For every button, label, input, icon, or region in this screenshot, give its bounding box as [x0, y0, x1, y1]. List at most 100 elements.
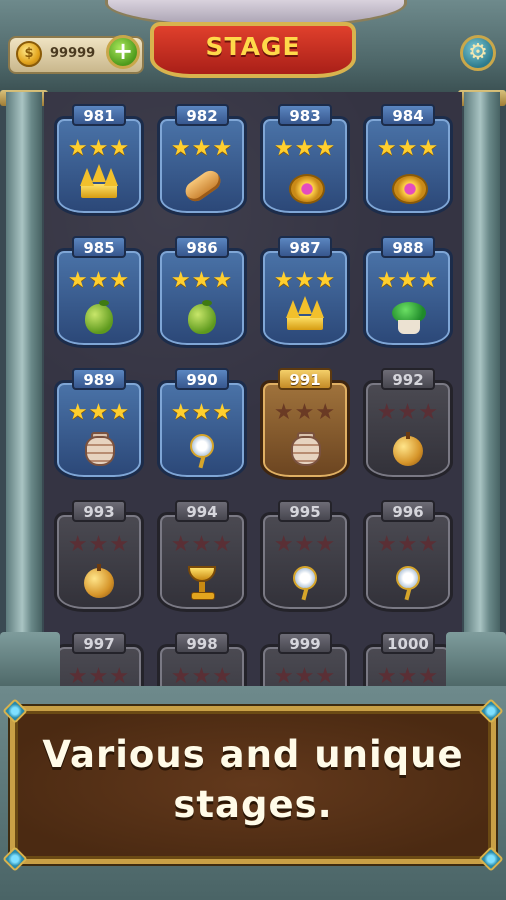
left-pillar — [6, 92, 42, 692]
star-empty-icon: ★ — [294, 664, 316, 686]
star-filled-icon: ★ — [418, 268, 440, 293]
top-bar: $ 99999 + STAGE ⚙ — [0, 0, 506, 95]
crown-icon — [285, 296, 325, 336]
stage-stars: ★★★ — [266, 664, 344, 686]
caption-line-2: stages. — [173, 783, 333, 826]
stage-tile[interactable]: 988 ★★★ — [363, 236, 453, 350]
plus-icon: + — [112, 37, 134, 65]
star-empty-icon: ★ — [212, 664, 234, 686]
stage-tile: 998 ★★★ — [157, 632, 247, 686]
apple-icon — [388, 432, 428, 468]
star-empty-icon: ★ — [191, 532, 213, 557]
star-empty-icon: ★ — [67, 664, 89, 686]
stage-number: 995 — [278, 500, 332, 522]
stage-stars: ★★★ — [60, 532, 138, 558]
star-filled-icon: ★ — [273, 136, 295, 161]
star-empty-icon: ★ — [376, 400, 398, 425]
stage-tile[interactable]: 984 ★★★ — [363, 104, 453, 218]
stage-tile[interactable]: 987 ★★★ — [260, 236, 350, 350]
star-empty-icon: ★ — [397, 532, 419, 557]
stage-tile[interactable]: 986 ★★★ — [157, 236, 247, 350]
star-filled-icon: ★ — [191, 136, 213, 161]
star-filled-icon: ★ — [191, 268, 213, 293]
stage-stars: ★★★ — [266, 268, 344, 294]
stage-number: 989 — [72, 368, 126, 390]
star-empty-icon: ★ — [273, 400, 295, 425]
potted-plant-icon — [388, 300, 428, 336]
stage-tile[interactable]: 991 ★★★ — [260, 368, 350, 482]
star-filled-icon: ★ — [88, 400, 110, 425]
flower-icon — [285, 564, 325, 601]
stage-tile[interactable]: 983 ★★★ — [260, 104, 350, 218]
stage-stars: ★★★ — [266, 532, 344, 558]
stage-tile: 996 ★★★ — [363, 500, 453, 614]
stage-tile: 1000 ★★★ — [363, 632, 453, 686]
star-empty-icon: ★ — [294, 400, 316, 425]
stage-number: 991 — [278, 368, 332, 390]
right-pillar — [464, 92, 500, 692]
star-filled-icon: ★ — [88, 136, 110, 161]
star-filled-icon: ★ — [212, 136, 234, 161]
star-filled-icon: ★ — [315, 136, 337, 161]
stage-stars: ★★★ — [163, 532, 241, 558]
star-filled-icon: ★ — [170, 268, 192, 293]
stage-tile[interactable]: 990 ★★★ — [157, 368, 247, 482]
stage-number: 994 — [175, 500, 229, 522]
stage-number: 992 — [381, 368, 435, 390]
pear-icon — [79, 300, 119, 336]
star-filled-icon: ★ — [109, 136, 131, 161]
star-empty-icon: ★ — [315, 532, 337, 557]
vase-icon — [285, 432, 325, 468]
stage-tile[interactable]: 981 ★★★ — [54, 104, 144, 218]
vase-icon — [79, 432, 119, 468]
star-empty-icon: ★ — [418, 532, 440, 557]
stage-number: 993 — [72, 500, 126, 522]
page-title: STAGE — [205, 32, 301, 61]
stage-tile: 995 ★★★ — [260, 500, 350, 614]
star-empty-icon: ★ — [418, 664, 440, 686]
stage-grid[interactable]: 981 ★★★ 982 ★★★ 983 ★★★ 984 ★★★ 985 ★★★ 986 ★★★ 987 ★… — [44, 92, 462, 686]
star-empty-icon: ★ — [273, 532, 295, 557]
star-filled-icon: ★ — [88, 268, 110, 293]
stage-tile: 994 ★★★ — [157, 500, 247, 614]
star-empty-icon: ★ — [170, 532, 192, 557]
star-filled-icon: ★ — [376, 136, 398, 161]
star-empty-icon: ★ — [88, 664, 110, 686]
stage-number: 990 — [175, 368, 229, 390]
stage-stars: ★★★ — [266, 136, 344, 162]
stage-stars: ★★★ — [369, 136, 447, 162]
coin-count: 99999 — [50, 46, 96, 61]
star-empty-icon: ★ — [212, 532, 234, 557]
stage-stars: ★★★ — [369, 268, 447, 294]
star-filled-icon: ★ — [191, 400, 213, 425]
stage-stars: ★★★ — [60, 136, 138, 162]
flower-icon — [182, 432, 222, 469]
crown-icon — [79, 164, 119, 204]
stage-stars: ★★★ — [266, 400, 344, 426]
flower-icon — [388, 564, 428, 601]
stage-number: 983 — [278, 104, 332, 126]
stage-tile[interactable]: 982 ★★★ — [157, 104, 247, 218]
stage-tile: 993 ★★★ — [54, 500, 144, 614]
star-empty-icon: ★ — [67, 532, 89, 557]
bread-icon — [181, 166, 225, 206]
star-filled-icon: ★ — [67, 268, 89, 293]
star-filled-icon: ★ — [273, 268, 295, 293]
stage-number: 984 — [381, 104, 435, 126]
settings-button[interactable]: ⚙ — [460, 35, 496, 71]
stage-stars: ★★★ — [163, 268, 241, 294]
star-empty-icon: ★ — [418, 400, 440, 425]
star-filled-icon: ★ — [170, 136, 192, 161]
caption-line-1: Various and unique — [42, 733, 464, 776]
stage-stars: ★★★ — [163, 664, 241, 686]
star-filled-icon: ★ — [418, 136, 440, 161]
stage-tile[interactable]: 985 ★★★ — [54, 236, 144, 350]
stage-stars: ★★★ — [369, 532, 447, 558]
stage-number: 985 — [72, 236, 126, 258]
stage-stars: ★★★ — [369, 400, 447, 426]
stage-number: 998 — [175, 632, 229, 654]
add-coins-button[interactable]: + — [106, 35, 140, 69]
star-empty-icon: ★ — [109, 664, 131, 686]
stage-tile[interactable]: 989 ★★★ — [54, 368, 144, 482]
star-filled-icon: ★ — [397, 268, 419, 293]
